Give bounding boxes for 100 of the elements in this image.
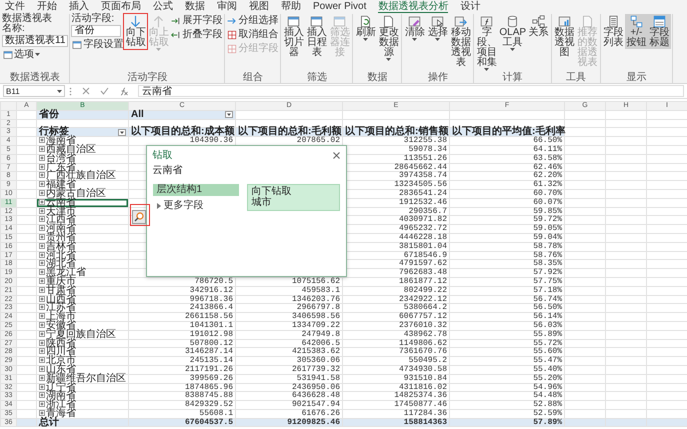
expand-icon[interactable] <box>39 242 45 249</box>
name-box[interactable]: B11 <box>3 85 65 97</box>
table-cell[interactable]: 黑龙江省 <box>36 268 128 278</box>
table-cell[interactable]: 宁夏回族自治区 <box>36 330 128 340</box>
option-card[interactable]: 向下钻取 城市 <box>246 184 340 212</box>
ribbon-tab[interactable]: 数据 <box>185 1 205 13</box>
table-cell[interactable]: 重庆市 <box>36 277 128 286</box>
close-icon[interactable] <box>332 152 340 160</box>
expand-icon[interactable] <box>39 225 45 232</box>
ribbon-button[interactable]: 字段列表 <box>602 14 625 49</box>
ribbon-tab[interactable]: Power Pivot <box>313 1 366 13</box>
expand-icon[interactable] <box>39 374 45 381</box>
ribbon-button[interactable]: 选择 <box>426 14 450 42</box>
expand-icon[interactable] <box>39 322 45 328</box>
table-cell[interactable]: 湖南省 <box>36 392 128 401</box>
expand-icon[interactable] <box>39 164 45 170</box>
table-cell[interactable]: 吉林省 <box>36 242 128 252</box>
expand-icon[interactable] <box>39 340 45 346</box>
expand-icon[interactable] <box>39 216 45 222</box>
ribbon-button[interactable]: 选项 <box>2 48 68 61</box>
ribbon-tab[interactable]: 文件 <box>5 1 25 13</box>
ribbon-button[interactable]: 折叠字段 <box>170 28 224 41</box>
ribbon-tab[interactable]: 开始 <box>37 1 57 13</box>
ribbon-tab[interactable]: 插入 <box>69 1 89 13</box>
list-item[interactable]: 更多字段 <box>152 200 238 212</box>
expand-icon[interactable] <box>39 181 45 188</box>
table-cell[interactable]: 内蒙古自治区 <box>36 189 128 198</box>
expand-icon[interactable] <box>39 198 45 205</box>
ribbon-button[interactable]: 取消组合 <box>226 28 280 41</box>
table-cell[interactable]: 台湾省 <box>36 154 128 164</box>
ribbon-button[interactable]: 关系 <box>526 14 550 39</box>
ribbon-button[interactable]: 字段、项目和集 <box>475 14 498 72</box>
expand-icon[interactable] <box>39 401 45 408</box>
ribbon-button[interactable]: 向下钻取 <box>124 14 148 49</box>
dropdown-icon[interactable] <box>118 128 126 136</box>
table-cell[interactable]: 甘肃省 <box>36 286 128 296</box>
dropdown-icon[interactable] <box>225 111 233 118</box>
expand-icon[interactable] <box>39 252 45 258</box>
table-cell[interactable]: 山东省 <box>36 365 128 374</box>
ribbon-button[interactable]: 展开字段 <box>170 14 224 27</box>
expand-icon[interactable] <box>39 357 45 364</box>
table-cell[interactable]: 天津市 <box>36 207 128 216</box>
list-item[interactable]: 层次结构1 <box>152 184 238 196</box>
expand-icon[interactable] <box>39 234 45 240</box>
table-cell[interactable]: 河北省 <box>36 251 128 260</box>
expand-icon[interactable] <box>39 366 45 372</box>
expand-icon[interactable] <box>39 348 45 354</box>
table-cell[interactable]: 西藏自治区 <box>36 145 128 154</box>
expand-icon[interactable] <box>39 330 45 337</box>
cancel-icon[interactable] <box>82 87 90 95</box>
ribbon-button[interactable]: 插入日程表 <box>305 14 328 59</box>
ribbon-button[interactable]: 刷新 <box>354 14 378 42</box>
ribbon-button[interactable]: 字段标题 <box>648 14 671 49</box>
expand-icon[interactable] <box>39 190 45 196</box>
formula-field[interactable]: 云南省 <box>138 85 684 97</box>
expand-icon[interactable] <box>39 384 45 390</box>
table-cell[interactable]: 浙江省 <box>36 400 128 410</box>
table-cell[interactable]: 四川省 <box>36 348 128 357</box>
expand-icon[interactable] <box>39 392 45 398</box>
expand-icon[interactable] <box>39 154 45 161</box>
table-cell[interactable]: 陕西省 <box>36 339 128 348</box>
ribbon-button[interactable]: 清除 <box>403 14 426 42</box>
ribbon-button[interactable]: 数据透视图 <box>552 14 576 59</box>
ribbon-tab[interactable]: 审阅 <box>217 1 237 13</box>
ribbon-tab[interactable]: 设计 <box>460 1 480 13</box>
expand-icon[interactable] <box>39 304 45 310</box>
ribbon-button[interactable]: 更改数据源 <box>377 14 400 62</box>
table-cell[interactable]: 海南省 <box>36 136 128 146</box>
expand-icon[interactable] <box>39 172 45 178</box>
expand-icon[interactable] <box>39 260 45 266</box>
ribbon-button[interactable]: +/- 按钮 <box>624 14 648 49</box>
expand-icon[interactable] <box>39 410 45 416</box>
ribbon-button[interactable]: OLAP 工具 <box>498 14 527 52</box>
function-icon[interactable] <box>119 86 128 96</box>
ribbon-tab[interactable]: 视图 <box>249 1 269 13</box>
expand-icon[interactable] <box>39 278 45 284</box>
table-cell[interactable]: 河南省 <box>36 224 128 234</box>
input-field[interactable]: 数据透视表11 <box>2 35 68 47</box>
table-cell[interactable]: 贵州省 <box>36 233 128 242</box>
table-cell[interactable]: 江苏省 <box>36 304 128 313</box>
table-cell[interactable]: 福建省 <box>36 180 128 190</box>
expand-icon[interactable] <box>39 269 45 276</box>
input-field[interactable]: 省份 <box>71 25 122 37</box>
ribbon-button[interactable]: 插入切片器 <box>282 14 306 59</box>
ribbon-tab[interactable]: 帮助 <box>281 1 301 13</box>
expand-icon[interactable] <box>39 208 45 214</box>
ribbon-button[interactable]: 分组选择 <box>226 14 280 27</box>
expand-icon[interactable] <box>39 296 45 302</box>
quick-explore-button[interactable] <box>132 210 146 224</box>
table-cell[interactable]: 新疆维吾尔自治区 <box>36 374 128 383</box>
expand-icon[interactable] <box>39 313 45 320</box>
ribbon-button[interactable]: 移动数据透视表 <box>449 14 472 69</box>
expand-icon[interactable] <box>39 137 45 144</box>
table-cell[interactable]: 山西省 <box>36 295 128 304</box>
ribbon-tab[interactable]: 页面布局 <box>101 1 141 13</box>
table-cell[interactable]: 辽宁省 <box>36 383 128 392</box>
ribbon-button[interactable]: 字段设置 <box>71 38 124 51</box>
ribbon-tab[interactable]: 公式 <box>153 1 173 13</box>
expand-icon[interactable] <box>39 286 45 293</box>
expand-icon[interactable] <box>39 146 45 152</box>
